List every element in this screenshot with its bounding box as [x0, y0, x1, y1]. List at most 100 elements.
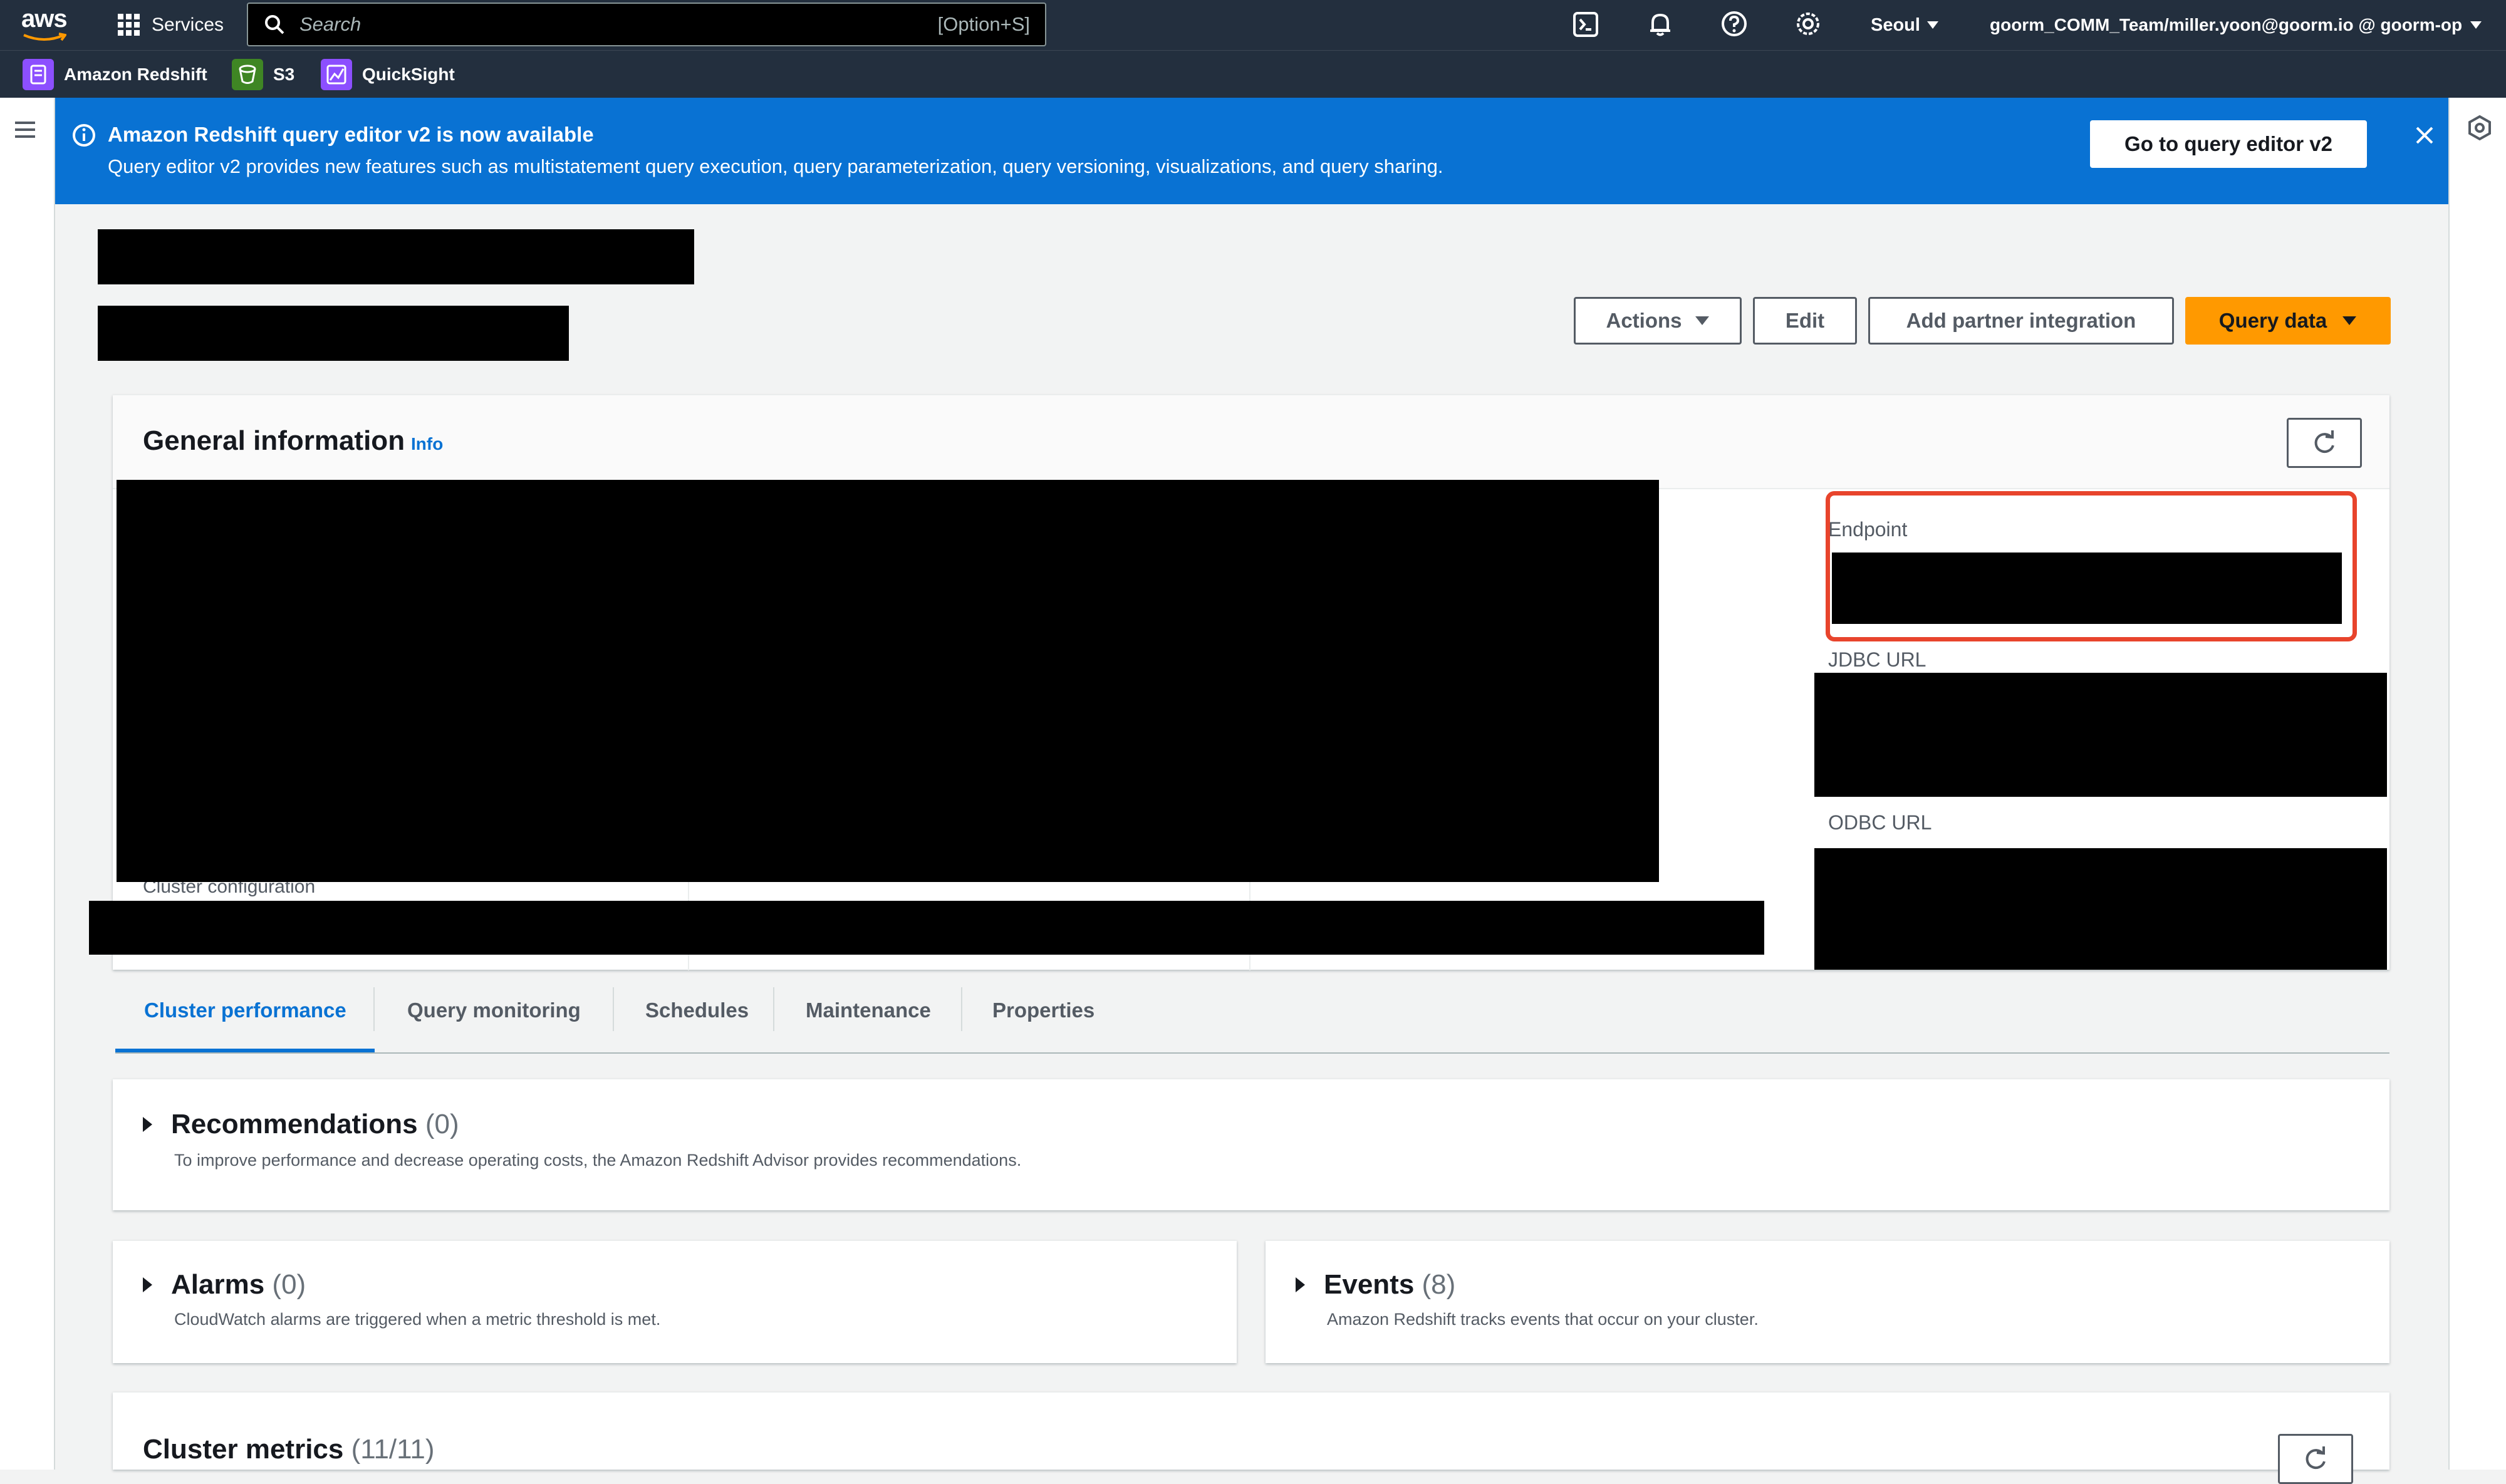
general-information-title: General information [143, 425, 405, 456]
refresh-icon [2306, 1446, 2326, 1470]
tab-schedules[interactable]: Schedules [645, 999, 749, 1022]
redacted-cluster-subtitle [98, 306, 569, 361]
caret-down-icon [1695, 316, 1709, 325]
events-title-text: Events [1324, 1269, 1415, 1300]
query-editor-announcement-banner: Amazon Redshift query editor v2 is now a… [55, 98, 2448, 204]
edit-button[interactable]: Edit [1753, 297, 1857, 345]
banner-text: Query editor v2 provides new features su… [108, 155, 1443, 177]
tools-rail [2448, 98, 2506, 1470]
favorite-amazon-redshift[interactable]: Amazon Redshift [23, 58, 207, 91]
services-label: Services [152, 14, 224, 35]
search-placeholder: Search [299, 13, 361, 35]
favorite-label: S3 [273, 65, 295, 84]
recommendations-expand-toggle[interactable]: Recommendations (0) [143, 1107, 459, 1142]
tab-separator [773, 987, 774, 1031]
recommendations-count: (0) [425, 1109, 459, 1139]
recommendations-title: Recommendations (0) [171, 1109, 459, 1140]
caret-right-icon [143, 1277, 152, 1292]
account-menu[interactable]: goorm_COMM_Team/miller.yoon@goorm.io @ g… [1990, 13, 2482, 38]
help-icon[interactable] [1720, 10, 1748, 38]
actions-label: Actions [1606, 309, 1682, 332]
aws-smile-icon [23, 33, 66, 41]
notifications-bell-icon[interactable] [1646, 10, 1674, 38]
account-label: goorm_COMM_Team/miller.yoon@goorm.io @ g… [1990, 15, 2463, 34]
side-navigation-rail [0, 98, 55, 1470]
cluster-metrics-title: Cluster metrics (11/11) [143, 1434, 434, 1465]
events-count: (8) [1422, 1269, 1456, 1300]
tools-settings-icon[interactable] [2466, 114, 2493, 142]
info-link[interactable]: Info [411, 434, 443, 454]
cluster-tabs: Cluster performance Query monitoring Sch… [115, 987, 2389, 1054]
caret-right-icon [1296, 1277, 1305, 1292]
cluster-metrics-section: Cluster metrics (11/11) [113, 1392, 2389, 1484]
hamburger-menu-icon[interactable] [13, 119, 38, 140]
go-to-query-editor-v2-button[interactable]: Go to query editor v2 [2090, 120, 2367, 168]
events-description: Amazon Redshift tracks events that occur… [1327, 1310, 1759, 1329]
refresh-icon [2314, 430, 2334, 454]
tab-maintenance[interactable]: Maintenance [806, 999, 931, 1022]
recommendations-description: To improve performance and decrease oper… [174, 1151, 1022, 1170]
query-data-label: Query data [2218, 309, 2327, 332]
info-icon [71, 123, 96, 148]
tab-separator [613, 987, 614, 1031]
settings-gear-icon[interactable] [1794, 10, 1822, 38]
tab-cluster-performance[interactable]: Cluster performance [144, 999, 346, 1022]
recommendations-title-text: Recommendations [171, 1109, 418, 1139]
active-tab-indicator [115, 1049, 375, 1052]
search-shortcut: [Option+S] [937, 13, 1030, 35]
tab-query-monitoring[interactable]: Query monitoring [407, 999, 581, 1022]
add-partner-integration-button[interactable]: Add partner integration [1868, 297, 2174, 345]
s3-icon [232, 59, 263, 90]
close-icon[interactable] [2412, 123, 2437, 148]
actions-dropdown-button[interactable]: Actions [1574, 297, 1742, 345]
query-data-dropdown-button[interactable]: Query data [2185, 297, 2391, 345]
tab-properties[interactable]: Properties [992, 999, 1094, 1022]
redshift-icon [23, 59, 54, 90]
caret-down-icon [2342, 316, 2357, 325]
region-label: Seoul [1871, 14, 1920, 35]
favorite-quicksight[interactable]: QuickSight [321, 58, 455, 91]
alarms-expand-toggle[interactable]: Alarms (0) [143, 1267, 306, 1302]
metrics-refresh-button[interactable] [2278, 1434, 2353, 1484]
search-input[interactable]: Search [Option+S] [247, 3, 1046, 46]
odbc-url-label: ODBC URL [1828, 811, 1932, 834]
refresh-button[interactable] [2287, 418, 2362, 468]
favorite-s3[interactable]: S3 [232, 58, 294, 91]
events-expand-toggle[interactable]: Events (8) [1296, 1267, 1455, 1302]
aws-logo[interactable]: aws [21, 5, 71, 43]
redacted-jdbc-url-value [1814, 673, 2387, 797]
favorite-label: QuickSight [362, 65, 455, 84]
caret-down-icon [1926, 21, 1938, 29]
redacted-cluster-name [98, 229, 694, 284]
cluster-metrics-title-text: Cluster metrics [143, 1434, 344, 1465]
quicksight-icon [321, 59, 352, 90]
alarms-description: CloudWatch alarms are triggered when a m… [174, 1310, 661, 1329]
events-section: Events (8) Amazon Redshift tracks events… [1266, 1240, 2389, 1363]
favorites-bar: Amazon Redshift S3 QuickSight [0, 50, 2506, 98]
cluster-metrics-count: (11/11) [351, 1434, 435, 1465]
endpoint-highlight-box [1826, 491, 2357, 641]
alarms-title-text: Alarms [171, 1269, 265, 1300]
region-selector[interactable]: Seoul [1871, 13, 1939, 38]
banner-title: Amazon Redshift query editor v2 is now a… [108, 123, 594, 146]
alarms-count: (0) [272, 1269, 306, 1300]
tab-separator [961, 987, 962, 1031]
services-menu-button[interactable]: Services [117, 11, 224, 39]
favorite-label: Amazon Redshift [64, 65, 207, 84]
aws-logo-text: aws [21, 5, 68, 33]
tab-separator [373, 987, 375, 1031]
caret-right-icon [143, 1117, 152, 1132]
top-navigation-bar: aws Services Search [Option+S] Seoul goo… [0, 0, 2506, 50]
cloudshell-icon[interactable] [1573, 11, 1599, 38]
alarms-section: Alarms (0) CloudWatch alarms are trigger… [113, 1240, 1237, 1363]
events-title: Events (8) [1324, 1269, 1455, 1300]
search-icon [265, 15, 284, 34]
grid-menu-icon [118, 14, 140, 36]
panel-header [113, 395, 2389, 489]
redacted-odbc-url-value [1814, 848, 2387, 970]
caret-down-icon [2470, 21, 2482, 29]
redacted-cluster-configuration [89, 901, 1764, 955]
alarms-title: Alarms (0) [171, 1269, 306, 1300]
redacted-cluster-details [117, 480, 1659, 882]
jdbc-url-label: JDBC URL [1828, 648, 1926, 671]
